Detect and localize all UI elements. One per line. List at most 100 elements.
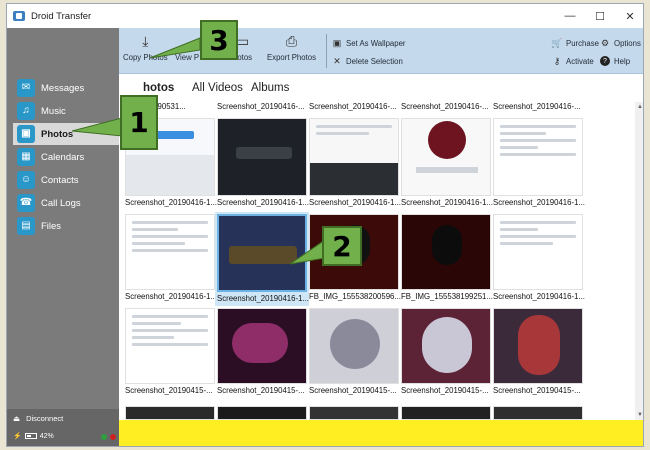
export-photos-button[interactable]: ⎙ Export Photos bbox=[267, 32, 316, 70]
photo-thumbnail[interactable] bbox=[401, 406, 491, 420]
delete-selection-button[interactable]: ✕ Delete Selection bbox=[332, 56, 403, 66]
photo-tile-selected[interactable]: Screenshot_20190416-1... bbox=[215, 212, 309, 306]
photo-thumbnail bbox=[401, 308, 491, 384]
photo-tile[interactable]: Screenshot_20190416-1... bbox=[309, 118, 401, 210]
activate-label: Activate bbox=[566, 56, 594, 66]
help-button[interactable]: ? Help bbox=[600, 56, 630, 66]
photo-thumbnail bbox=[493, 308, 583, 384]
photo-tile[interactable]: Screenshot_20190416-1... bbox=[401, 118, 493, 210]
sidebar-item-label: Contacts bbox=[41, 174, 79, 186]
photo-thumbnail bbox=[125, 214, 215, 290]
sidebar-item-files[interactable]: ▤ Files bbox=[13, 215, 119, 237]
photo-thumbnail bbox=[401, 118, 491, 196]
photo-caption: Screenshot_20190416-... bbox=[493, 102, 581, 111]
photo-caption: Screenshot_20190416-1... bbox=[401, 198, 493, 207]
photo-caption: Screenshot_20190416-... bbox=[217, 102, 305, 111]
music-icon: ♫ bbox=[17, 102, 35, 120]
charging-icon: ⚡ bbox=[13, 433, 22, 440]
photo-thumbnail[interactable] bbox=[309, 406, 399, 420]
files-icon: ▤ bbox=[17, 217, 35, 235]
sidebar-item-photos[interactable]: ▣ Photos bbox=[13, 123, 119, 145]
sidebar-item-messages[interactable]: ✉ Messages bbox=[13, 77, 119, 99]
sidebar-item-calendars[interactable]: ▦ Calendars bbox=[13, 146, 119, 168]
highlight-footer-bar bbox=[119, 420, 643, 446]
activate-button[interactable]: ⚷ Activate bbox=[552, 56, 594, 66]
photo-tile[interactable]: FB_IMG_155538199251... bbox=[401, 212, 493, 304]
contacts-icon: ☺ bbox=[17, 171, 35, 189]
copy-photos-label: Copy Photos bbox=[123, 53, 168, 62]
photo-caption: Screenshot_20190416-1... bbox=[125, 292, 217, 301]
chat-icon: ✉ bbox=[17, 79, 35, 97]
tab-bar: hotos All Videos Albums bbox=[119, 74, 643, 102]
photo-caption: Screenshot_20190415-... bbox=[401, 386, 489, 395]
maximize-button[interactable]: ☐ bbox=[585, 4, 615, 28]
photo-thumbnail[interactable] bbox=[217, 406, 307, 420]
photo-tile[interactable]: Screenshot_20190416-1... bbox=[125, 212, 217, 304]
copy-photos-button[interactable]: ⤓ Copy Photos bbox=[123, 32, 168, 70]
phone-icon: ☎ bbox=[17, 194, 35, 212]
scroll-up-icon[interactable]: ▲ bbox=[635, 102, 643, 112]
view-icon bbox=[178, 32, 196, 50]
photo-caption: Screenshot_20190416-1... bbox=[217, 198, 309, 207]
photo-thumbnail[interactable] bbox=[125, 406, 215, 420]
sidebar-item-label: Photos bbox=[41, 128, 74, 140]
callout-2: 2 bbox=[322, 226, 362, 266]
sidebar-item-contacts[interactable]: ☺ Contacts bbox=[13, 169, 119, 191]
photo-tile[interactable]: Screenshot_20190416-1... bbox=[493, 212, 585, 304]
disconnect-button[interactable]: ⏏ Disconnect bbox=[13, 414, 63, 423]
download-icon: ⤓ bbox=[142, 32, 149, 49]
photo-caption: FB_IMG_155538199251... bbox=[401, 292, 493, 301]
photo-caption: FB_IMG_155538200596... bbox=[309, 292, 401, 301]
photo-tile[interactable]: Screenshot_20190416-1... bbox=[217, 118, 309, 210]
wallpaper-icon: ▣ bbox=[332, 37, 342, 48]
photo-tile[interactable]: Screenshot_20190415-... bbox=[401, 308, 491, 400]
sidebar: ✉ Messages ♫ Music ▣ Photos ▦ Calendars … bbox=[7, 28, 119, 446]
key-icon: ⚷ bbox=[553, 55, 561, 66]
toolbar-divider bbox=[326, 34, 327, 68]
gear-icon: ⚙ bbox=[600, 37, 610, 48]
photo-thumbnail bbox=[125, 308, 215, 384]
photo-thumbnail[interactable] bbox=[493, 406, 583, 420]
photo-tile[interactable]: Screenshot_20190415-... bbox=[309, 308, 399, 400]
tab-photos[interactable]: hotos bbox=[143, 82, 174, 94]
photo-caption: Screenshot_20190416-1... bbox=[493, 292, 585, 301]
photo-thumbnail bbox=[217, 214, 307, 292]
photo-caption: Screenshot_20190415-... bbox=[125, 386, 213, 395]
photo-grid: ...0417_090531... Screenshot_20190416-..… bbox=[119, 102, 635, 420]
photo-caption: Screenshot_20190416-1... bbox=[217, 294, 309, 303]
sidebar-item-music[interactable]: ♫ Music bbox=[13, 100, 119, 122]
photo-caption: Screenshot_20190415-... bbox=[217, 386, 305, 395]
purchase-button[interactable]: 🛒 Purchase bbox=[551, 38, 599, 48]
tab-all-videos[interactable]: All Videos bbox=[192, 82, 243, 94]
photo-caption: Screenshot_20190416-... bbox=[309, 102, 397, 111]
export-photos-label: Export Photos bbox=[267, 53, 316, 62]
photo-tile[interactable]: Screenshot_20190415-... bbox=[217, 308, 307, 400]
calendar-icon: ▦ bbox=[17, 148, 35, 166]
battery-status: ⚡ 42% bbox=[13, 432, 54, 441]
photo-thumbnail bbox=[309, 118, 399, 196]
view-photos-label: View P bbox=[175, 53, 200, 62]
sidebar-item-call-logs[interactable]: ☎ Call Logs bbox=[13, 192, 119, 214]
vertical-scrollbar[interactable]: ▲ ▼ bbox=[635, 102, 643, 420]
tab-albums[interactable]: Albums bbox=[251, 82, 289, 94]
photo-caption: Screenshot_20190416-1... bbox=[309, 198, 401, 207]
delete-icon: ✕ bbox=[333, 55, 341, 66]
sidebar-item-label: Files bbox=[41, 220, 62, 232]
set-wallpaper-button[interactable]: ▣ Set As Wallpaper bbox=[332, 38, 406, 48]
options-button[interactable]: ⚙ Options bbox=[600, 38, 641, 48]
photo-tile[interactable]: Screenshot_20190416-1... bbox=[493, 118, 585, 210]
view-photos-button[interactable]: View P bbox=[175, 32, 199, 70]
sidebar-item-label: Call Logs bbox=[41, 197, 81, 209]
sidebar-item-label: Calendars bbox=[41, 151, 85, 163]
set-wallpaper-label: Set As Wallpaper bbox=[346, 38, 406, 48]
connection-status-red-icon bbox=[110, 434, 116, 440]
scroll-down-icon[interactable]: ▼ bbox=[635, 410, 643, 420]
close-button[interactable]: ✕ bbox=[615, 4, 643, 28]
photo-tile[interactable]: Screenshot_20190415-... bbox=[493, 308, 583, 400]
help-icon: ? bbox=[600, 56, 610, 66]
callout-3: 3 bbox=[200, 20, 238, 60]
photo-caption: Screenshot_20190416-1... bbox=[493, 198, 585, 207]
photo-tile[interactable]: Screenshot_20190415-... bbox=[125, 308, 215, 400]
toolbar: ⤓ Copy Photos View P ▭ hotos ⎙ Export Ph… bbox=[119, 28, 643, 74]
minimize-button[interactable]: — bbox=[555, 4, 585, 28]
